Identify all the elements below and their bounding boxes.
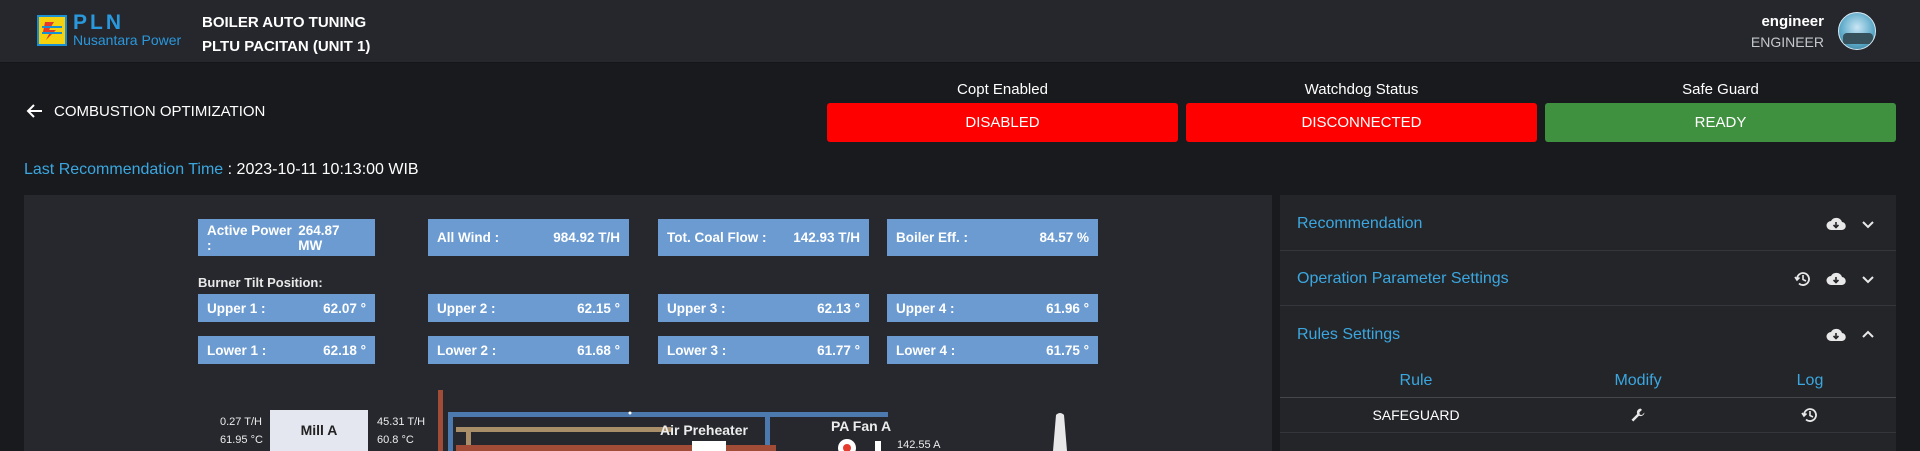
operation-parameter-section[interactable]: Operation Parameter Settings	[1280, 252, 1896, 306]
tempering-air-pipe	[456, 427, 671, 432]
pln-logo-icon	[37, 15, 67, 46]
last-rec-label: Last Recommendation Time	[24, 161, 224, 178]
metric-coal-flow: Tot. Coal Flow :142.93 T/H	[658, 219, 869, 256]
log-column-header: Log	[1796, 371, 1824, 389]
air-duct-top	[448, 412, 888, 417]
cloud-download-icon[interactable]	[1826, 216, 1846, 232]
watchdog-status-label: Watchdog Status	[1304, 81, 1419, 98]
modify-column-header: Modify	[1614, 371, 1662, 389]
rules-table-header: Rule Modify Log	[1280, 364, 1896, 398]
user-role: ENGINEER	[1750, 34, 1824, 50]
modify-cell	[1552, 398, 1724, 432]
history-icon[interactable]	[1801, 406, 1819, 424]
rule-column-header: Rule	[1399, 371, 1433, 389]
lower-2: Lower 2 :61.68 °	[428, 336, 629, 364]
cloud-download-icon[interactable]	[1826, 327, 1846, 343]
mill-a[interactable]: Mill A	[270, 410, 368, 451]
metric-boiler-eff: Boiler Eff. :84.57 %	[887, 219, 1098, 256]
air-preheater-label: Air Preheater	[660, 422, 748, 438]
upper-1: Upper 1 :62.07 °	[198, 294, 375, 322]
app-title: BOILER AUTO TUNING PLTU PACITAN (UNIT 1)	[202, 11, 370, 59]
lower-4: Lower 4 :61.75 °	[887, 336, 1098, 364]
user-name[interactable]: engineer	[1761, 13, 1824, 30]
rules-settings-section[interactable]: Rules Settings	[1280, 308, 1896, 362]
logo-subtitle: Nusantara Power	[73, 32, 182, 48]
log-cell	[1724, 398, 1896, 432]
safeguard-status-badge: READY	[1545, 103, 1896, 142]
app-name: BOILER AUTO TUNING	[202, 14, 367, 31]
chevron-down-icon[interactable]	[1860, 216, 1876, 232]
pa-fan-label: PA Fan A	[831, 418, 892, 434]
recommendation-title: Recommendation	[1297, 214, 1423, 232]
copt-status-badge: DISABLED	[827, 103, 1178, 142]
cloud-download-icon[interactable]	[1826, 271, 1846, 287]
user-avatar[interactable]	[1838, 12, 1876, 50]
mill-in-temp: 61.95 °C	[220, 434, 263, 446]
stack-icon	[1053, 413, 1067, 451]
plant-name: PLTU PACITAN (UNIT 1)	[202, 38, 371, 55]
metric-all-wind: All Wind :984.92 T/H	[428, 219, 629, 256]
arrow-left-icon	[26, 104, 42, 118]
safeguard-status-label: Safe Guard	[1682, 81, 1759, 98]
mill-out-flow: 45.31 T/H	[377, 416, 426, 428]
last-rec-time: : 2023-10-11 10:13:00 WIB	[227, 161, 419, 178]
upper-2: Upper 2 :62.15 °	[428, 294, 629, 322]
mill-in-flow: 0.27 T/H	[220, 416, 262, 428]
wrench-icon[interactable]	[1630, 407, 1646, 423]
upper-3: Upper 3 :62.13 °	[658, 294, 869, 322]
pa-fan-current: 142.55 A	[897, 439, 941, 451]
chevron-up-icon[interactable]	[1860, 327, 1876, 343]
top-bar: PLN Nusantara Power BOILER AUTO TUNING P…	[0, 0, 1920, 63]
recommendation-section[interactable]: Recommendation	[1280, 197, 1896, 251]
chevron-down-icon[interactable]	[1860, 271, 1876, 287]
upper-4: Upper 4 :61.96 °	[887, 294, 1098, 322]
hot-air-pipe	[438, 390, 443, 451]
mill-out-temp: 60.8 °C	[377, 434, 414, 446]
copt-status-label: Copt Enabled	[957, 81, 1048, 98]
lower-3: Lower 3 :61.77 °	[658, 336, 869, 364]
lower-1: Lower 1 :62.18 °	[198, 336, 375, 364]
rules-settings-title: Rules Settings	[1297, 326, 1401, 343]
rule-name: SAFEGUARD	[1372, 407, 1460, 423]
rules-table: Rule Modify Log SAFEGUARD	[1280, 364, 1896, 433]
last-recommendation: Last Recommendation Time : 2023-10-11 10…	[24, 161, 419, 179]
page-title: COMBUSTION OPTIMIZATION	[54, 102, 266, 120]
table-row: SAFEGUARD	[1280, 398, 1896, 433]
watchdog-status-badge: DISCONNECTED	[1186, 103, 1537, 142]
burner-tilt-label: Burner Tilt Position:	[198, 275, 323, 290]
air-duct-left	[448, 412, 453, 451]
back-link[interactable]: COMBUSTION OPTIMIZATION	[25, 101, 265, 121]
metric-active-power: Active Power :264.87 MW	[198, 219, 375, 256]
operation-parameter-title: Operation Parameter Settings	[1297, 269, 1509, 287]
history-icon[interactable]	[1794, 270, 1812, 288]
